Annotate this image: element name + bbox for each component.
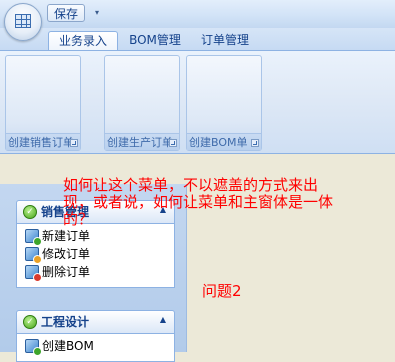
grid-icon <box>15 14 31 28</box>
ribbon-panel: 创建销售订单 创建生产订单 创建BOM单 <box>0 50 395 154</box>
ribbon-group-label: 创建生产订单 <box>105 133 179 150</box>
annotation-question-1-line-2: 现，或者说，如何让菜单和主窗体是一体 <box>63 193 334 211</box>
bom-create-icon <box>25 339 42 356</box>
order-delete-icon <box>25 265 42 282</box>
nav-group-engineering: ✓ 工程设计 ▲ 创建BOM <box>16 310 175 362</box>
order-add-icon <box>25 229 42 246</box>
annotation-question-1-line-1: 如何让这个菜单，不以遮盖的方式来出 <box>63 176 319 194</box>
ribbon-tab-strip: 业务录入 BOM管理 订单管理 <box>0 28 395 51</box>
dialog-launcher-icon[interactable] <box>251 139 259 147</box>
save-button[interactable]: 保存 <box>47 4 85 22</box>
nav-item-label: 删除订单 <box>42 265 91 279</box>
application-button[interactable] <box>4 3 42 41</box>
ribbon-group-create-sales-order[interactable]: 创建销售订单 <box>5 55 81 151</box>
ribbon-group-label: 创建销售订单 <box>6 133 80 150</box>
ribbon-group-label: 创建BOM单 <box>187 133 261 150</box>
quick-access-toolbar: 保存 ▾ <box>0 0 395 29</box>
check-circle-icon: ✓ <box>23 205 37 219</box>
nav-item-label: 创建BOM <box>42 339 94 353</box>
customize-toolbar-dropdown-icon[interactable]: ▾ <box>91 6 103 20</box>
nav-group-sales: ✓ 销售管理 ▲ 新建订单 修改订单 删除订单 <box>16 200 175 288</box>
nav-item-create-bom[interactable]: 创建BOM <box>17 337 174 356</box>
ribbon-group-create-bom[interactable]: 创建BOM单 <box>186 55 262 151</box>
nav-item-edit-order[interactable]: 修改订单 <box>17 245 174 264</box>
tab-business-entry[interactable]: 业务录入 <box>48 31 118 51</box>
nav-group-body: 新建订单 修改订单 删除订单 <box>16 224 175 288</box>
nav-item-label: 新建订单 <box>42 229 91 243</box>
nav-item-delete-order[interactable]: 删除订单 <box>17 263 174 282</box>
nav-group-body: 创建BOM <box>16 334 175 362</box>
annotation-question-1-line-3: 的？ <box>63 210 94 228</box>
order-edit-icon <box>25 247 42 264</box>
annotation-question-2: 问题2 <box>202 282 242 300</box>
dialog-launcher-icon[interactable] <box>169 139 177 147</box>
dialog-launcher-icon[interactable] <box>70 139 78 147</box>
check-circle-icon: ✓ <box>23 315 37 329</box>
nav-item-new-order[interactable]: 新建订单 <box>17 227 174 246</box>
nav-group-title: 工程设计 <box>41 315 90 329</box>
collapse-arrow-icon[interactable]: ▲ <box>160 315 166 324</box>
nav-group-header[interactable]: ✓ 工程设计 ▲ <box>16 310 175 334</box>
ribbon-group-create-production-order[interactable]: 创建生产订单 <box>104 55 180 151</box>
nav-item-label: 修改订单 <box>42 247 91 261</box>
tab-order-management[interactable]: 订单管理 <box>194 31 256 50</box>
tab-bom-management[interactable]: BOM管理 <box>126 31 184 50</box>
